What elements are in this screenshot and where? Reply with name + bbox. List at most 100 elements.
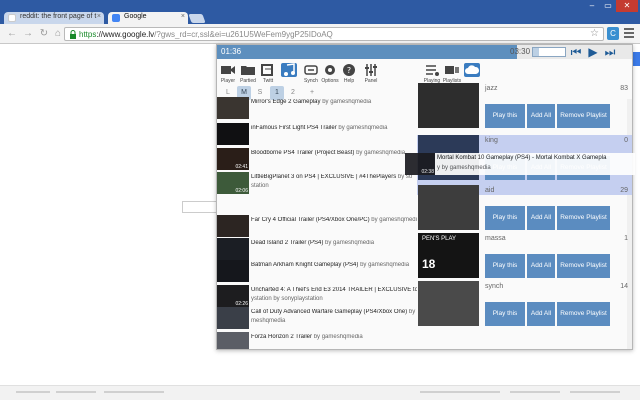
play-this-button[interactable]: Play this [485,206,525,230]
previous-icon[interactable]: ⏮ [568,45,584,59]
remove-playlist-button[interactable]: Remove Playlist [557,104,610,128]
music-icon [281,63,297,77]
video-row[interactable]: 02:41 Bloodborne PS4 Trailer (Project Bea… [217,148,417,170]
playlist-row: synch 14 Play this Add All Remove Playlist [417,281,632,341]
remove-playlist-button[interactable]: Remove Playlist [557,254,610,278]
dragged-video-channel: y by gameshqmedia [437,165,491,171]
bookmark-star-icon[interactable]: ☆ [590,28,599,39]
video-thumbnail [217,215,249,237]
elapsed-time: 01:36 [221,47,242,56]
play-this-button[interactable]: Play this [485,254,525,278]
sync-icon [304,65,318,75]
video-title: Bloodborne PS4 Trailer (Project Beast) b… [251,150,406,156]
play-this-button[interactable]: Play this [485,104,525,128]
cloud-icon [464,63,480,77]
progress-fill [217,45,518,59]
playlist-count: 1 [624,235,628,242]
total-time: 03:30 [510,47,531,56]
video-title: LittleBigPlanet 3 on PS4 | EXCLUSIVE | #… [251,174,413,180]
video-title: Uncharted 4: A Thief's End E3 2014 TRAIL… [251,287,417,293]
tab-strip: reddit: the front page of t × Google × –… [0,0,640,24]
nav-help[interactable]: ? Help [338,63,360,87]
thumb-text: PEN'S PLAY [422,236,457,242]
close-tab-icon[interactable]: × [181,13,185,20]
reload-icon[interactable]: ↻ [38,28,50,40]
video-thumbnail [217,332,249,349]
thumb-text: 18 [422,257,436,271]
add-all-button[interactable]: Add All [527,302,555,326]
playlist-name: jazz [485,85,498,92]
video-thumbnail [217,123,249,145]
menu-icon[interactable] [624,28,634,38]
nav-player[interactable]: Player [217,63,239,87]
add-all-button[interactable]: Add All [527,104,555,128]
video-row[interactable]: Call of Duty Advanced Warfare Gameplay (… [217,307,417,329]
minimize-icon[interactable]: – [584,0,600,12]
add-all-button[interactable]: Add All [527,206,555,230]
next-icon[interactable]: ⏭ [602,45,618,59]
music-extension-popup: 01:36 03:30 ⏮ ▶ ⏭ Player Partied Twitt S… [216,44,633,350]
video-title-cont: ystation by sonyplaystation [251,296,323,302]
close-tab-icon[interactable]: × [97,13,101,20]
video-row[interactable]: 02:06 LittleBigPlanet 3 on PS4 | EXCLUSIV… [217,172,417,194]
video-row[interactable]: Dead Island 2 Trailer (PS4) by gameshqme… [217,238,417,260]
video-row[interactable]: Far Cry 4 Official Trailer (PS4/Xbox One… [217,215,417,237]
page-footer [0,385,640,400]
lock-icon [70,30,76,39]
video-thumbnail [217,97,249,119]
playing-icon [426,65,439,76]
new-tab-button[interactable] [188,14,206,23]
playlist-thumbnail [418,83,479,128]
video-row[interactable]: Mirror's Edge 2 Gameplay by gameshqmedia [217,97,417,119]
video-thumbnail: 02:41 [217,148,249,170]
help-icon: ? [343,64,355,76]
home-icon[interactable]: ⌂ [52,28,64,40]
nav-partied[interactable]: Partied [237,63,259,87]
extension-button[interactable]: C [607,27,619,40]
video-row[interactable]: 02:26 Uncharted 4: A Thief's End E3 2014 … [217,285,417,307]
tab-reddit[interactable]: reddit: the front page of t × [4,12,104,24]
remove-playlist-button[interactable]: Remove Playlist [557,206,610,230]
playlists-icon [445,66,459,74]
video-row[interactable]: Forza Horizon 2 Trailer by gameshqmedia [217,332,417,349]
video-title-cont: station [251,183,269,189]
remove-playlist-button[interactable]: Remove Playlist [557,302,610,326]
gear-icon [325,65,335,75]
playlist-name: king [485,137,498,144]
video-title: Dead Island 2 Trailer (PS4) by gameshqme… [251,240,375,246]
add-all-button[interactable]: Add All [527,254,555,278]
sliders-icon [365,64,377,76]
url-text: https://www.google.lv/?gws_rd=cr,ssl&ei=… [79,30,333,39]
video-title: Forza Horizon 2 Trailer by gameshqmedia [251,334,363,340]
reddit-favicon-icon [8,14,16,22]
window-controls: – ▭ ✕ [584,0,638,14]
video-thumbnail: 02:26 [217,285,249,307]
video-duration: 02:41 [235,164,248,170]
dragged-video[interactable]: 02:38 Mortal Kombat 10 Gameplay (PS4) - … [405,153,635,175]
play-icon[interactable]: ▶ [585,45,601,59]
back-icon[interactable]: ← [6,28,18,40]
video-thumbnail: 02:06 [217,172,249,194]
screen: reddit: the front page of t × Google × –… [0,0,640,400]
nav-twitt[interactable]: Twitt [257,63,279,87]
forward-icon[interactable]: → [22,28,34,40]
playlist-name: aid [485,187,495,194]
nav-music[interactable] [278,63,300,87]
nav-panel[interactable]: Panel [360,63,382,87]
close-window-icon[interactable]: ✕ [616,0,638,12]
tab-label: reddit: the front page of t [20,13,97,20]
play-this-button[interactable]: Play this [485,302,525,326]
playlist-count: 83 [620,85,628,92]
maximize-icon[interactable]: ▭ [600,0,616,12]
video-row[interactable]: inFamous First Light PS4 Trailer by game… [217,123,417,145]
video-row[interactable]: Batman Arkham Knight Gameplay (PS4) by g… [217,260,417,282]
video-title: Mirror's Edge 2 Gameplay by gameshqmedia [251,99,372,105]
video-title: inFamous First Light PS4 Trailer by game… [251,125,388,131]
volume-slider[interactable] [532,47,566,57]
playlist-thumbnail: PEN'S PLAY 18 [418,233,479,278]
address-bar[interactable]: https://www.google.lv/?gws_rd=cr,ssl&ei=… [64,27,604,41]
playlist-row: jazz 83 Play this Add All Remove Playlist [417,83,632,143]
video-title-cont: meshqmedia [251,318,286,324]
search-input[interactable] [182,201,218,213]
tab-google[interactable]: Google × [108,12,188,24]
